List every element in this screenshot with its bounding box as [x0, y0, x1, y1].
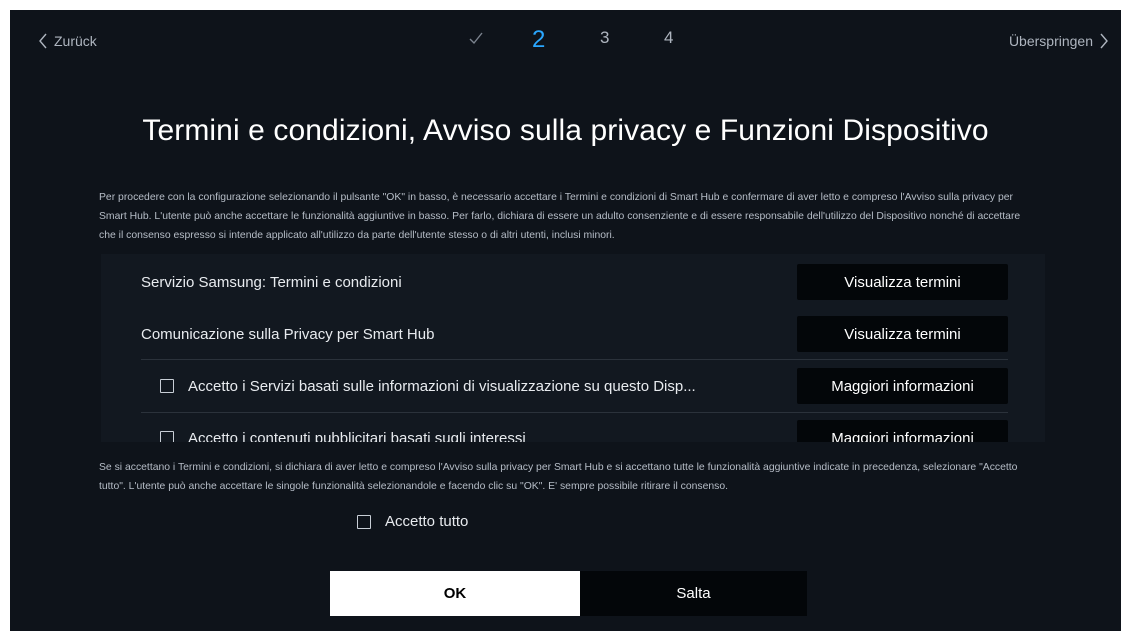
step-4: 4: [664, 28, 674, 47]
more-info-viewing-button[interactable]: Maggiori informazioni: [797, 368, 1008, 404]
terms-label-samsung: Servizio Samsung: Termini e condizioni: [141, 273, 402, 291]
page-title: Termini e condizioni, Avviso sulla priva…: [142, 114, 989, 147]
skip-button[interactable]: Salta: [580, 571, 807, 616]
divider: [141, 412, 1008, 413]
skip-nav-label: Überspringen: [1008, 33, 1093, 49]
consent-row-viewing-info[interactable]: Accetto i Servizi basati sulle informazi…: [141, 368, 1008, 404]
terms-row-privacy: Comunicazione sulla Privacy per Smart Hu…: [141, 316, 1008, 352]
divider: [141, 359, 1008, 360]
consent-label-viewing-info: Accetto i Servizi basati sulle informazi…: [188, 377, 696, 395]
accept-all-checkbox[interactable]: [357, 514, 371, 529]
accept-all-label: Accetto tutto: [385, 513, 469, 530]
setup-screen: Zurück 2 3 4 Überspringen Termini e cond…: [10, 10, 1121, 631]
step-2: 2: [532, 26, 546, 53]
ok-button[interactable]: OK: [330, 571, 580, 616]
consent-row-ads[interactable]: Accetto i contenuti pubblicitari basati …: [141, 420, 1008, 442]
consent-label-ads: Accetto i contenuti pubblicitari basati …: [188, 429, 526, 443]
chevron-left-icon: [39, 33, 47, 49]
back-label: Zurück: [54, 33, 97, 49]
intro-text: Per procedere con la configurazione sele…: [99, 192, 1021, 241]
step-3: 3: [600, 28, 610, 47]
view-privacy-button[interactable]: Visualizza termini: [797, 316, 1008, 352]
viewing-info-checkbox[interactable]: [160, 379, 174, 393]
terms-panel[interactable]: Servizio Samsung: Termini e condizioni V…: [101, 254, 1045, 442]
back-button[interactable]: Zurück: [38, 32, 97, 50]
accept-all-option[interactable]: Accetto tutto: [357, 513, 468, 530]
terms-row-samsung: Servizio Samsung: Termini e condizioni V…: [141, 264, 1008, 300]
skip-nav-button[interactable]: Überspringen: [1009, 32, 1109, 50]
outro-text: Se si accettano i Termini e condizioni, …: [99, 462, 1018, 492]
chevron-right-icon: [1100, 33, 1108, 49]
step-indicator: 2 3 4: [466, 26, 673, 58]
more-info-ads-button[interactable]: Maggiori informazioni: [797, 420, 1008, 442]
checkmark-icon: [468, 30, 484, 50]
view-terms-button[interactable]: Visualizza termini: [797, 264, 1008, 300]
ads-checkbox[interactable]: [160, 431, 174, 442]
terms-label-privacy: Comunicazione sulla Privacy per Smart Hu…: [141, 325, 435, 343]
